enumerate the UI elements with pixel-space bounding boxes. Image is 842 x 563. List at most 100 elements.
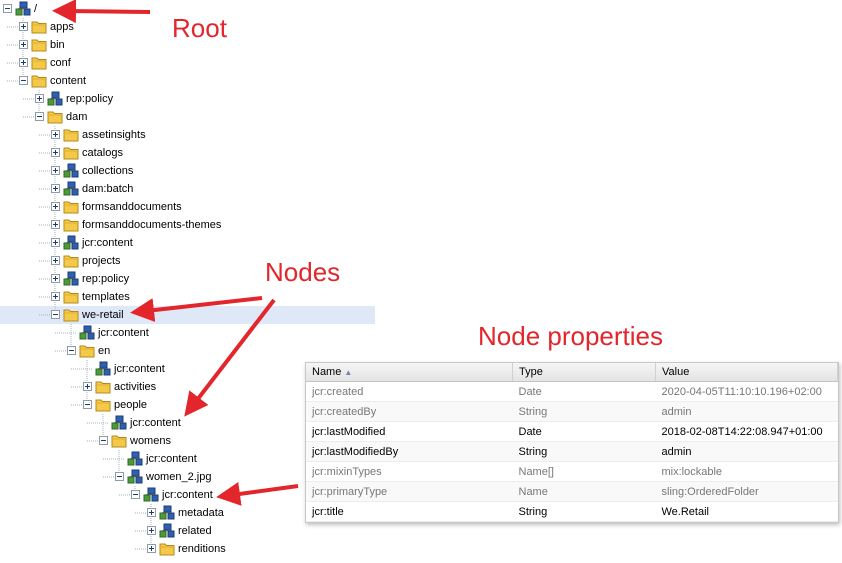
- node-icon: [159, 505, 175, 521]
- expand-toggle-icon[interactable]: [51, 220, 60, 229]
- tree-node-label: catalogs: [82, 147, 123, 159]
- collapse-toggle-icon[interactable]: [19, 76, 28, 85]
- tree-node-renditions[interactable]: renditions: [0, 540, 375, 558]
- tree-node-catalogs[interactable]: catalogs: [0, 144, 375, 162]
- expand-toggle-icon[interactable]: [147, 544, 156, 553]
- property-type-cell: String: [512, 401, 656, 422]
- folder-icon: [63, 253, 79, 269]
- property-row[interactable]: jcr:created Date 2020-04-05T11:10:10.196+0…: [306, 381, 838, 402]
- tree-node-we-retail[interactable]: we-retail: [0, 306, 375, 324]
- tree-node-dam-batch[interactable]: dam:batch: [0, 180, 375, 198]
- collapse-toggle-icon[interactable]: [67, 346, 76, 355]
- property-row[interactable]: jcr:title String We.Retail: [306, 501, 838, 522]
- property-name-cell: jcr:lastModified: [306, 421, 513, 442]
- folder-icon: [111, 433, 127, 449]
- expand-toggle-icon[interactable]: [51, 202, 60, 211]
- expand-toggle-icon[interactable]: [51, 148, 60, 157]
- property-name-cell: jcr:created: [306, 381, 513, 402]
- property-name-cell: jcr:title: [306, 501, 513, 522]
- collapse-toggle-icon[interactable]: [35, 112, 44, 121]
- expand-toggle-icon[interactable]: [19, 40, 28, 49]
- tree-node-rep-policy[interactable]: rep:policy: [0, 90, 375, 108]
- property-row[interactable]: jcr:createdBy String admin: [306, 401, 838, 422]
- property-name-cell: jcr:primaryType: [306, 481, 513, 502]
- tree-node-collections[interactable]: collections: [0, 162, 375, 180]
- node-icon: [143, 487, 159, 503]
- expand-toggle-icon[interactable]: [51, 238, 60, 247]
- sort-ascending-icon: ▲: [344, 368, 353, 377]
- expand-toggle-icon[interactable]: [51, 274, 60, 283]
- properties-table: Name ▲ Type Value jcr:created Date 2020-04-…: [306, 363, 838, 522]
- property-row[interactable]: jcr:lastModifiedBy String admin: [306, 441, 838, 462]
- property-name-cell: jcr:mixinTypes: [306, 461, 513, 482]
- collapse-toggle-icon[interactable]: [131, 490, 140, 499]
- tree-node-assetinsights[interactable]: assetinsights: [0, 126, 375, 144]
- tree-node-label: en: [98, 345, 111, 357]
- collapse-toggle-icon[interactable]: [83, 400, 92, 409]
- expand-toggle-icon[interactable]: [51, 130, 60, 139]
- tree-node-jcr-content[interactable]: jcr:content: [0, 324, 375, 342]
- collapse-toggle-icon[interactable]: [99, 436, 108, 445]
- tree-node-label: formsanddocuments-themes: [82, 219, 222, 231]
- expand-toggle-icon[interactable]: [147, 508, 156, 517]
- collapse-toggle-icon[interactable]: [115, 472, 124, 481]
- column-header-type[interactable]: Type: [512, 363, 656, 382]
- tree-node-label: assetinsights: [82, 129, 146, 141]
- node-icon: [47, 91, 63, 107]
- properties-header-row: Name ▲ Type Value: [306, 363, 838, 382]
- expand-toggle-icon[interactable]: [51, 292, 60, 301]
- property-value-cell: 2020-04-05T11:10:10.196+02:00: [655, 381, 838, 402]
- property-type-cell: Name[]: [512, 461, 656, 482]
- expand-toggle-icon[interactable]: [35, 94, 44, 103]
- folder-icon: [31, 19, 47, 35]
- tree-node-related[interactable]: related: [0, 522, 375, 540]
- expand-toggle-icon[interactable]: [83, 382, 92, 391]
- tree-node-templates[interactable]: templates: [0, 288, 375, 306]
- folder-icon: [31, 73, 47, 89]
- tree-node-label: jcr:content: [146, 453, 197, 465]
- expand-toggle-icon[interactable]: [51, 184, 60, 193]
- column-header-value[interactable]: Value: [655, 363, 838, 382]
- tree-node-label: we-retail: [82, 309, 124, 321]
- tree-node-jcr-content[interactable]: jcr:content: [0, 234, 375, 252]
- tree-node-label: women_2.jpg: [146, 471, 212, 483]
- tree-node-dam[interactable]: dam: [0, 108, 375, 126]
- property-row[interactable]: jcr:primaryType Name sling:OrderedFolder: [306, 481, 838, 502]
- tree-node-label: content: [50, 75, 87, 87]
- tree-node-label: jcr:content: [114, 363, 165, 375]
- tree-node-content[interactable]: content: [0, 72, 375, 90]
- node-properties-panel: Name ▲ Type Value jcr:created Date 2020-04-…: [305, 362, 839, 523]
- expand-toggle-icon[interactable]: [51, 256, 60, 265]
- tree-node-label: metadata: [178, 507, 224, 519]
- folder-icon: [63, 199, 79, 215]
- expand-toggle-icon[interactable]: [147, 526, 156, 535]
- tree-node-en[interactable]: en: [0, 342, 375, 360]
- tree-node-formsanddocuments[interactable]: formsanddocuments: [0, 198, 375, 216]
- expand-toggle-icon[interactable]: [51, 166, 60, 175]
- property-value-cell: We.Retail: [655, 501, 838, 522]
- column-header-name[interactable]: Name ▲: [306, 363, 513, 382]
- property-value-cell: mix:lockable: [655, 461, 838, 482]
- property-name-cell: jcr:lastModifiedBy: [306, 441, 513, 462]
- tree-node-label: conf: [50, 57, 71, 69]
- expand-toggle-icon[interactable]: [19, 58, 28, 67]
- property-row[interactable]: jcr:lastModified Date 2018-02-08T14:22:08.…: [306, 421, 838, 442]
- folder-icon: [63, 289, 79, 305]
- property-type-cell: Date: [512, 381, 656, 402]
- collapse-toggle-icon[interactable]: [51, 310, 60, 319]
- node-icon: [63, 163, 79, 179]
- tree-node-label: apps: [50, 21, 74, 33]
- node-icon: [127, 469, 143, 485]
- tree-node-conf[interactable]: conf: [0, 54, 375, 72]
- collapse-toggle-icon[interactable]: [3, 4, 12, 13]
- tree-node-label: activities: [114, 381, 157, 393]
- tree-node-label: bin: [50, 39, 65, 51]
- tree-node-label: rep:policy: [82, 273, 130, 285]
- property-row[interactable]: jcr:mixinTypes Name[] mix:lockable: [306, 461, 838, 482]
- folder-icon: [95, 379, 111, 395]
- expand-toggle-icon[interactable]: [19, 22, 28, 31]
- node-icon: [159, 523, 175, 539]
- node-icon: [95, 361, 111, 377]
- tree-node-formsanddocuments-themes[interactable]: formsanddocuments-themes: [0, 216, 375, 234]
- property-value-cell: 2018-02-08T14:22:08.947+01:00: [655, 421, 838, 442]
